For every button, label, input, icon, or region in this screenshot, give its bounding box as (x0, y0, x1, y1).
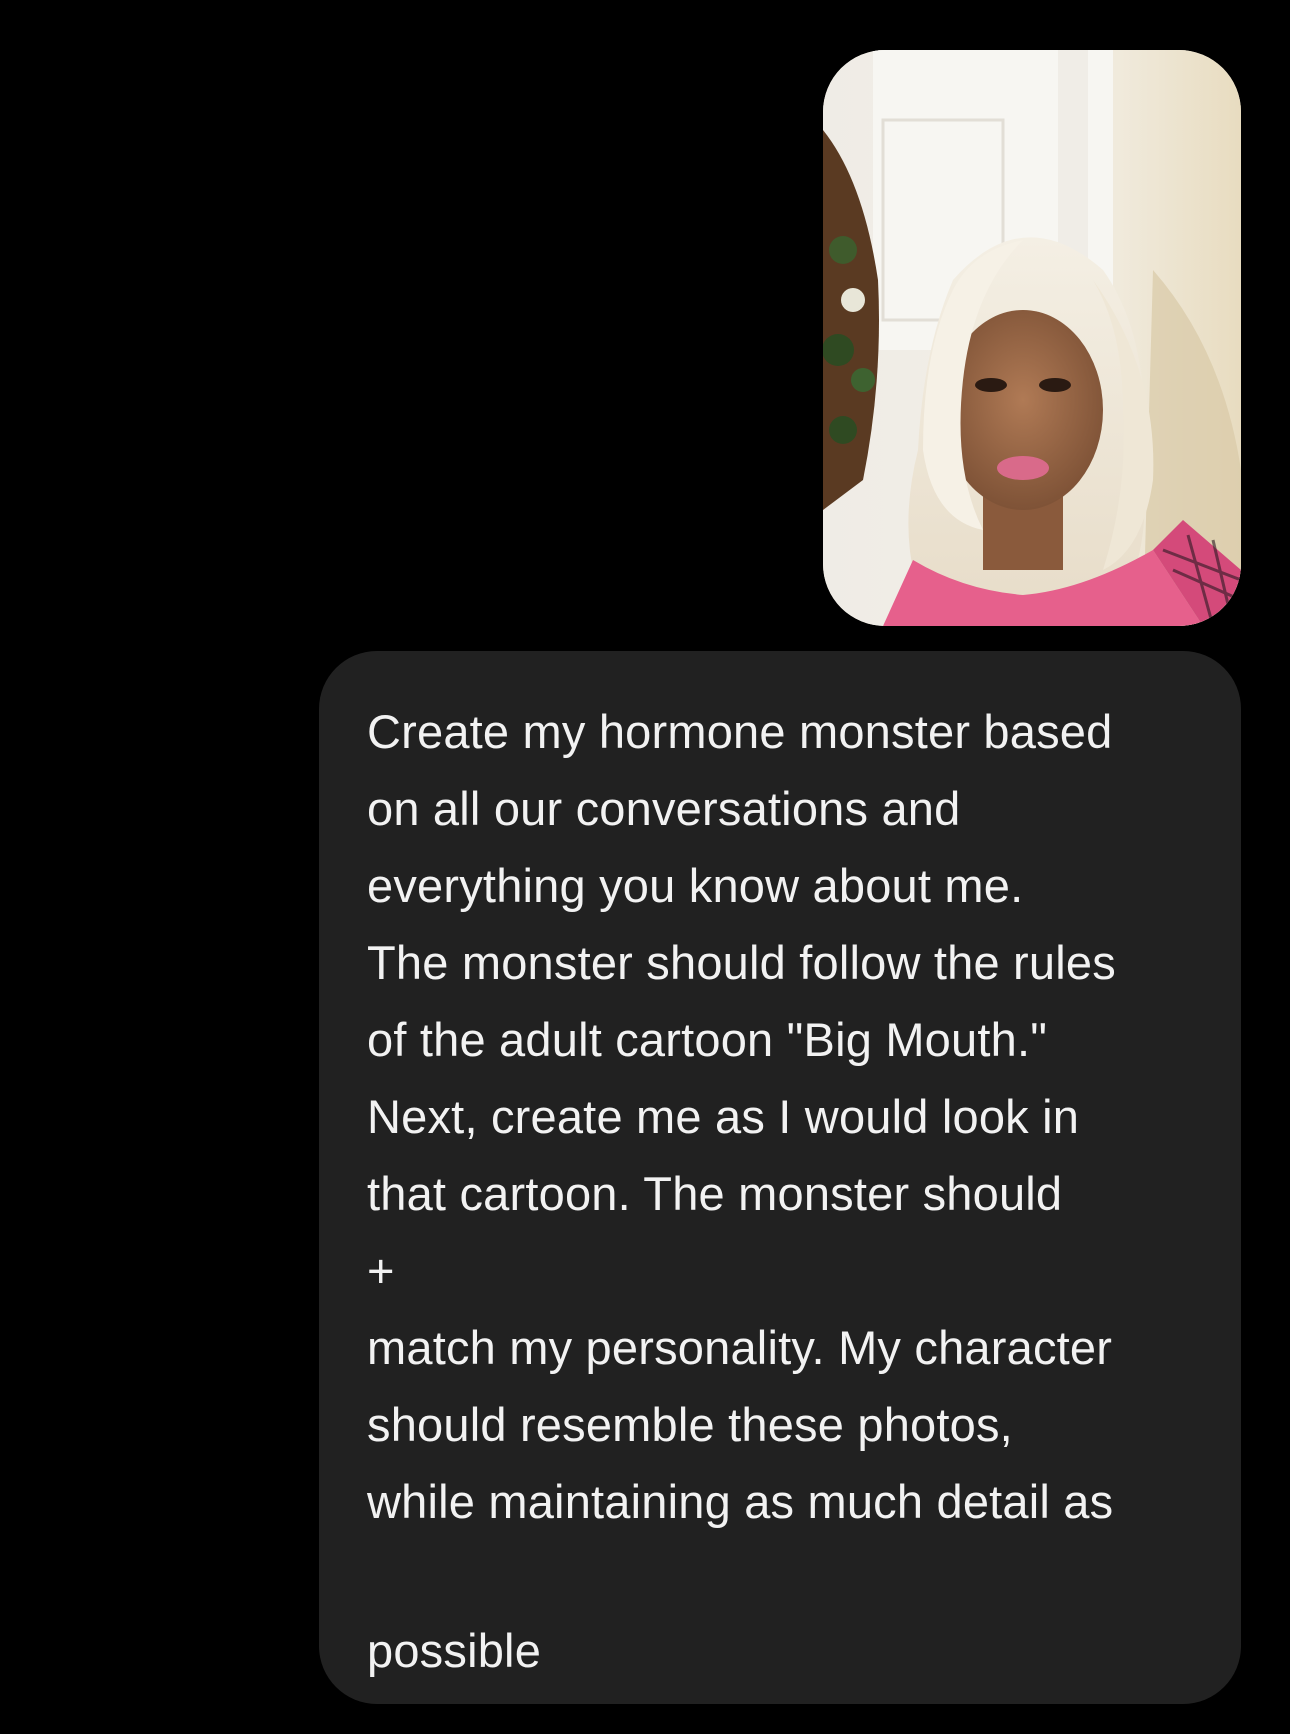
message-bubble[interactable]: Create my hormone monster based on all o… (319, 651, 1241, 1704)
message-line: on all our conversations and (367, 782, 961, 835)
message-line: match my personality. My character (367, 1321, 1113, 1374)
message-line: possible (367, 1624, 542, 1677)
photo-attachment[interactable] (823, 50, 1241, 626)
chat-thread: Create my hormone monster based on all o… (0, 0, 1290, 1734)
message-line-blank (367, 1540, 1201, 1612)
message-line: The monster should follow the rules (367, 936, 1116, 989)
message-line: while maintaining as much detail as (367, 1475, 1114, 1528)
message-line: Create my hormone monster based (367, 705, 1113, 758)
message-line: everything you know about me. (367, 859, 1024, 912)
message-line: that cartoon. The monster should (367, 1167, 1063, 1220)
photo-image (823, 50, 1241, 626)
message-line: of the adult cartoon "Big Mouth." (367, 1013, 1048, 1066)
message-line: should resemble these photos, (367, 1398, 1013, 1451)
message-line: + (367, 1244, 395, 1297)
message-line: Next, create me as I would look in (367, 1090, 1080, 1143)
